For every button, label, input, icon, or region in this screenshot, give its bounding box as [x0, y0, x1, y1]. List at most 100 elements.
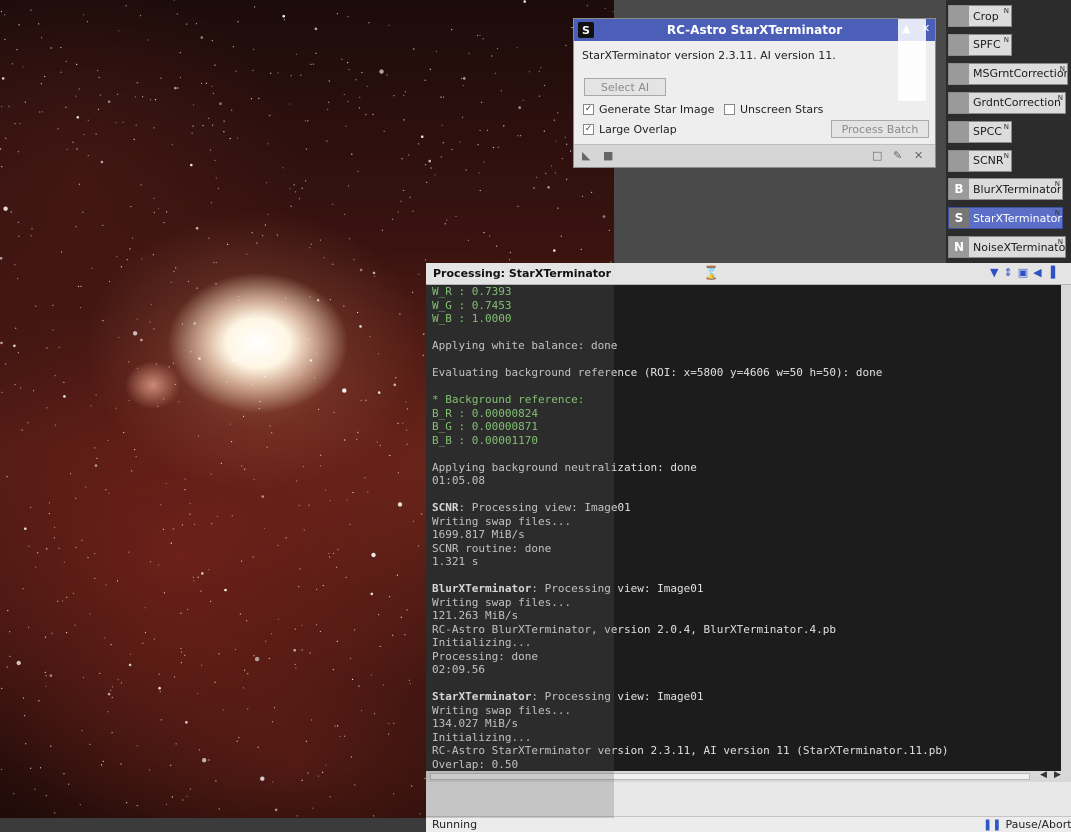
star — [417, 545, 420, 547]
star — [461, 116, 464, 118]
star — [126, 259, 128, 261]
star — [329, 299, 331, 301]
star — [544, 84, 546, 86]
process-icon-msgrntcorrection[interactable]: MSGrntCorrection N — [948, 62, 1068, 85]
star — [134, 96, 136, 98]
vertical-scrollbar[interactable] — [1061, 285, 1071, 771]
horizontal-scrollbar[interactable]: ◀ ▶ — [426, 770, 1071, 782]
generate-star-image-label: Generate Star Image — [599, 103, 715, 116]
star — [263, 527, 265, 529]
checkbox-checked-icon[interactable]: ✓ — [583, 124, 594, 135]
star — [152, 254, 154, 256]
checkbox-unchecked-icon[interactable] — [724, 104, 735, 115]
log-text: Applying background neutralization: done — [432, 460, 697, 474]
star — [269, 114, 271, 117]
console-titlebar[interactable]: Processing: StarXTerminator ⌛ ▼ ⇕ ▣ ◀ ▐ — [426, 263, 1071, 285]
log-text: RC-Astro StarXTerminator version 2.3.11,… — [432, 744, 949, 757]
star — [312, 807, 314, 809]
star — [128, 399, 130, 402]
process-icon-starxterminator[interactable]: S StarXTerminator N — [948, 207, 1063, 230]
instance-marker-icon: N — [1003, 35, 1009, 44]
star — [357, 170, 359, 172]
star — [282, 14, 286, 18]
star — [346, 499, 348, 501]
new-instance-icon[interactable]: ◣ — [582, 149, 590, 162]
maximize-icon[interactable]: ▣ — [1018, 266, 1028, 279]
star — [149, 321, 151, 323]
star — [388, 722, 390, 725]
process-icon-noisexterminator[interactable]: N NoiseXTerminator N — [948, 236, 1066, 259]
star — [10, 211, 12, 213]
square-icon[interactable]: □ — [872, 149, 882, 162]
star — [319, 465, 322, 467]
scroll-right-icon[interactable]: ▶ — [1054, 770, 1061, 780]
star — [393, 95, 395, 97]
star — [214, 681, 216, 683]
star — [462, 84, 464, 87]
process-icon-spfc[interactable]: SPFC N — [948, 33, 1012, 56]
reset-icon[interactable]: ✕ — [914, 149, 923, 162]
star — [1, 391, 3, 393]
select-ai-button[interactable]: Select AI — [584, 78, 666, 96]
large-overlap-checkbox[interactable]: ✓ Large Overlap — [583, 123, 677, 136]
star — [259, 400, 261, 403]
dropdown-icon[interactable]: ▼ — [990, 266, 998, 279]
log-line: B_R : 0.00000824 — [432, 407, 1061, 421]
star — [314, 27, 318, 31]
star — [215, 177, 217, 179]
star — [400, 200, 402, 202]
star — [349, 238, 351, 240]
star — [198, 357, 201, 360]
star — [28, 545, 30, 547]
star — [274, 808, 278, 812]
star — [208, 759, 210, 761]
star — [265, 640, 267, 642]
process-icon-spcc[interactable]: SPCC N — [948, 120, 1012, 143]
star — [175, 743, 177, 745]
dialog-titlebar[interactable]: S RC-Astro StarXTerminator ▲ ✕ — [574, 19, 935, 41]
star — [187, 280, 189, 282]
star — [201, 572, 204, 575]
star — [184, 489, 186, 491]
apply-global-icon[interactable]: ■ — [603, 149, 613, 162]
resize-vertical-icon[interactable]: ⇕ — [1003, 266, 1012, 279]
star — [543, 130, 545, 132]
star — [404, 91, 406, 93]
pause-abort-button[interactable]: ❚❚ Pause/Abort — [983, 817, 1071, 832]
generate-star-image-checkbox[interactable]: ✓ Generate Star Image — [583, 103, 714, 116]
scrollbar-thumb[interactable] — [430, 773, 1030, 780]
star — [221, 335, 223, 337]
process-batch-button[interactable]: Process Batch — [831, 120, 929, 138]
star — [173, 676, 176, 678]
star — [533, 187, 535, 189]
checkbox-checked-icon[interactable]: ✓ — [583, 104, 594, 115]
star — [136, 367, 139, 369]
process-icon-scnr[interactable]: SCNR N — [948, 149, 1012, 172]
star — [140, 338, 143, 342]
process-icon-grdntcorrection[interactable]: GrdntCorrection N — [948, 91, 1066, 114]
star — [229, 137, 231, 140]
log-text: Writing swap files... — [432, 595, 572, 609]
star — [79, 804, 81, 806]
collapse-right-icon[interactable]: ▐ — [1047, 266, 1055, 279]
scroll-left-icon[interactable]: ◀ — [1040, 770, 1047, 780]
star — [435, 50, 438, 53]
collapse-left-icon[interactable]: ◀ — [1033, 266, 1041, 279]
star — [9, 655, 11, 657]
star — [166, 211, 168, 213]
process-icon-blurxterminator[interactable]: B BlurXTerminator N — [948, 178, 1063, 201]
star — [212, 124, 214, 126]
console-log[interactable]: W_R : 0.7393 W_G : 0.7453 W_B : 1.0000 Appl… — [426, 285, 1061, 771]
version-text: StarXTerminator version 2.3.11. AI versi… — [582, 49, 836, 62]
star — [25, 743, 27, 745]
star — [40, 83, 42, 85]
star — [28, 626, 30, 628]
unscreen-stars-checkbox[interactable]: Unscreen Stars — [724, 103, 823, 116]
wrench-icon[interactable]: ✎ — [893, 149, 902, 162]
star — [276, 234, 278, 236]
process-icon-crop[interactable]: Crop N — [948, 5, 1012, 27]
log-text: Applying white balance: done — [432, 339, 618, 352]
star — [379, 444, 381, 446]
star — [0, 257, 3, 260]
star — [553, 249, 556, 252]
